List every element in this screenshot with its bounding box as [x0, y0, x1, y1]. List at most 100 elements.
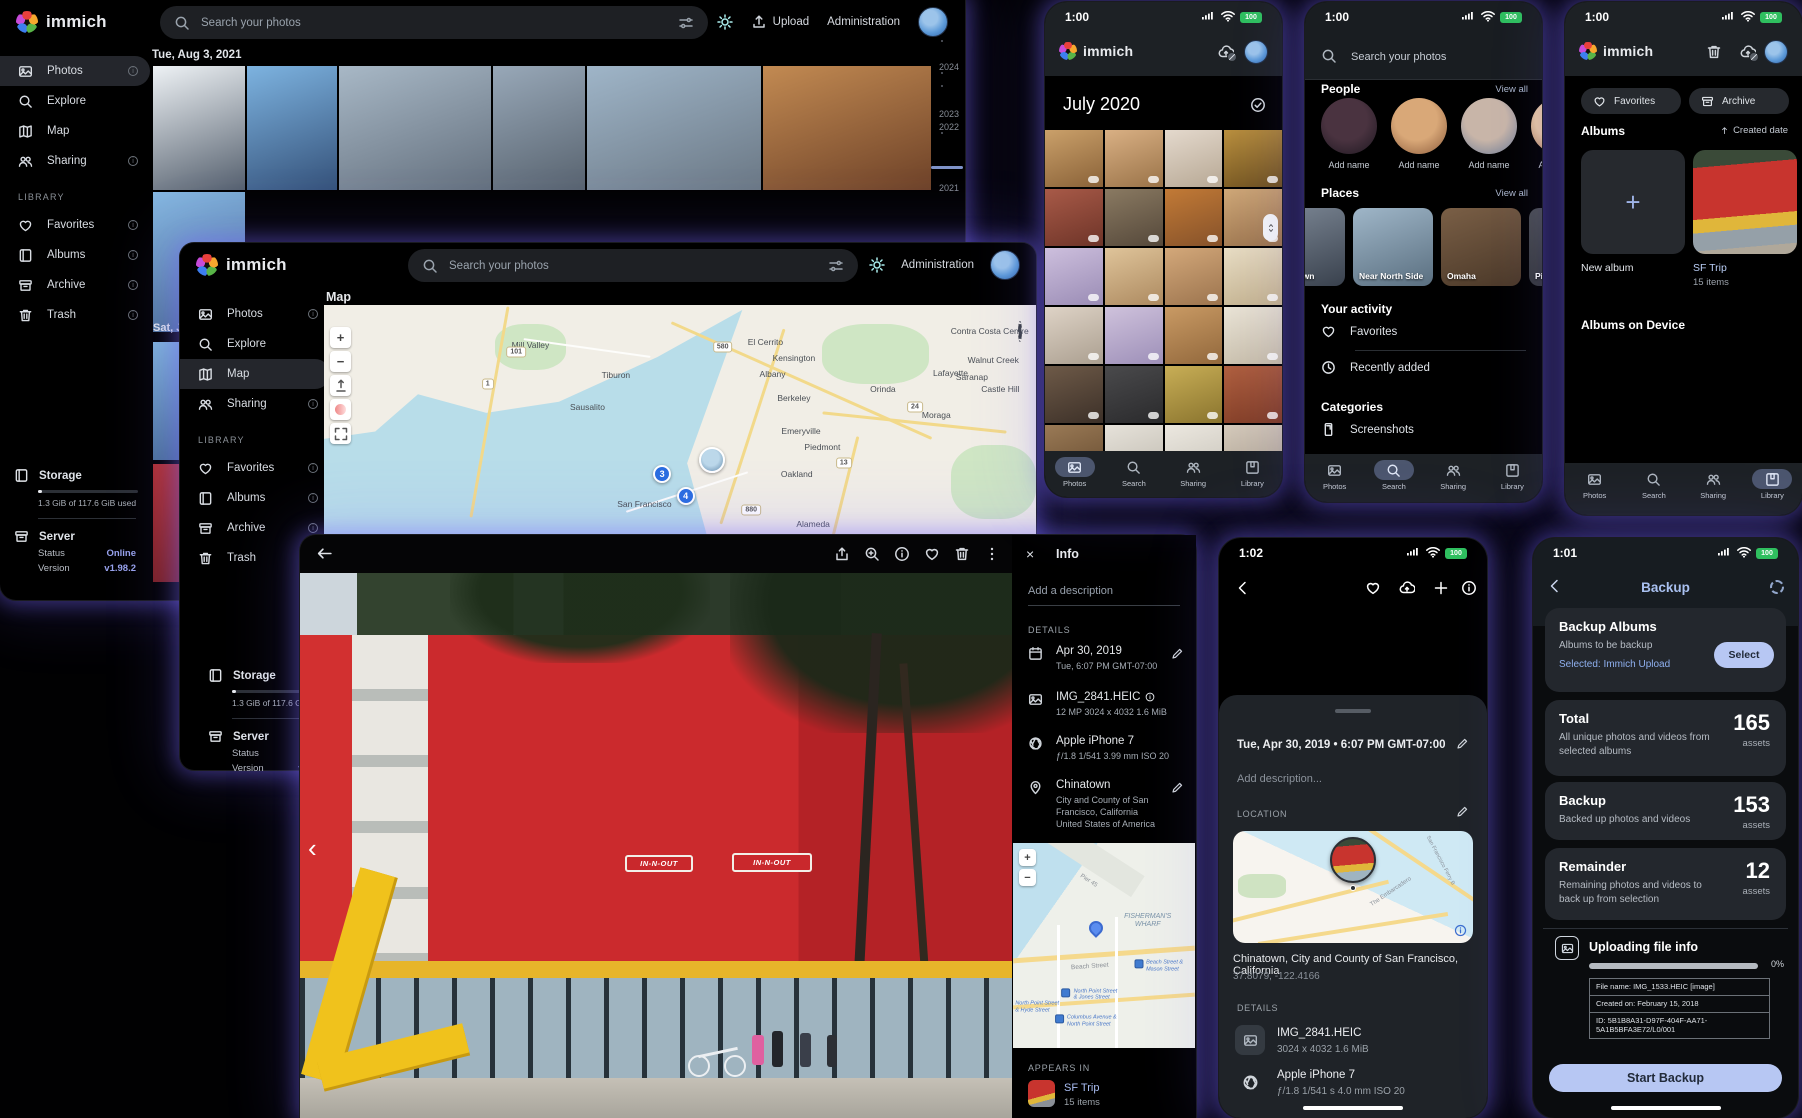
- sort-button[interactable]: Created date: [1720, 125, 1788, 136]
- photo-thumbnail[interactable]: [247, 66, 337, 190]
- favorite-icon[interactable]: [924, 546, 940, 562]
- photo-tile[interactable]: [1165, 189, 1223, 246]
- sidebar-item-map[interactable]: Map: [0, 116, 150, 146]
- edit-icon[interactable]: [1171, 781, 1184, 794]
- photo-tile[interactable]: [1045, 307, 1103, 364]
- face-avatar[interactable]: [1391, 98, 1447, 154]
- settings-gear-icon[interactable]: [1770, 580, 1784, 594]
- info-icon[interactable]: [894, 546, 910, 562]
- add-icon[interactable]: [1433, 580, 1449, 596]
- album-tile-sf-trip[interactable]: [1693, 150, 1797, 254]
- photo-tile[interactable]: [1165, 307, 1223, 364]
- category-item-screenshots[interactable]: Screenshots: [1321, 422, 1414, 437]
- info-icon[interactable]: [1461, 580, 1477, 596]
- back-icon[interactable]: [1235, 580, 1251, 596]
- add-name-button[interactable]: Add name: [1531, 160, 1542, 170]
- edit-location-icon[interactable]: [1456, 805, 1469, 818]
- photo-tile[interactable]: [1045, 366, 1103, 423]
- detail-sheet[interactable]: Tue, Apr 30, 2019 • 6:07 PM GMT-07:00 Ad…: [1219, 695, 1487, 1118]
- photo-tile[interactable]: [1224, 366, 1282, 423]
- sidebar-item-explore[interactable]: Explore: [0, 86, 150, 116]
- photo-thumbnail[interactable]: [763, 66, 931, 190]
- immich-logo[interactable]: immich: [16, 11, 107, 33]
- more-icon[interactable]: [984, 546, 1000, 562]
- nav-tab-sharing[interactable]: Sharing: [1171, 457, 1215, 488]
- compass-button[interactable]: [330, 375, 351, 396]
- nav-tab-sharing[interactable]: Sharing: [1431, 460, 1475, 491]
- backup-cloud-icon[interactable]: [1740, 44, 1756, 60]
- photo-tile[interactable]: [1105, 189, 1163, 246]
- photo-tile[interactable]: [1045, 425, 1103, 451]
- photo-thumbnail[interactable]: [587, 66, 761, 190]
- avatar[interactable]: [990, 250, 1020, 280]
- sidebar-item-photos[interactable]: Photosi: [0, 56, 150, 86]
- theme-toggle-icon[interactable]: [717, 14, 733, 30]
- places-view-all[interactable]: View all: [1495, 188, 1528, 199]
- photo-thumbnail[interactable]: [339, 66, 491, 190]
- add-name-button[interactable]: Add name: [1321, 160, 1377, 170]
- attribution-icon[interactable]: [1454, 924, 1467, 937]
- place-card[interactable]: Omaha: [1441, 208, 1521, 286]
- administration-link[interactable]: Administration: [901, 259, 974, 271]
- zoom-out-button[interactable]: −: [1019, 869, 1036, 886]
- map-cluster-marker[interactable]: 4: [677, 487, 695, 505]
- photo-tile[interactable]: [1224, 425, 1282, 451]
- archive-button[interactable]: Archive: [1689, 88, 1789, 114]
- zoom-out-button[interactable]: −: [330, 351, 351, 372]
- photo-tile[interactable]: [1045, 189, 1103, 246]
- place-card[interactable]: Near North Side: [1353, 208, 1433, 286]
- backup-cloud-icon[interactable]: [1218, 44, 1234, 60]
- sidebar-item-sharing[interactable]: Sharingi: [0, 146, 150, 176]
- filter-icon[interactable]: [828, 258, 844, 274]
- theme-toggle-icon[interactable]: [869, 257, 885, 273]
- photo-grid[interactable]: [1045, 130, 1282, 451]
- photo-tile[interactable]: [1224, 130, 1282, 187]
- photo-tile[interactable]: [1165, 248, 1223, 305]
- fullscreen-button[interactable]: [330, 423, 351, 444]
- photo-tile[interactable]: [1105, 366, 1163, 423]
- avatar[interactable]: [918, 7, 948, 37]
- nav-tab-photos[interactable]: Photos: [1053, 457, 1097, 488]
- sidebar-item-map[interactable]: Map: [180, 359, 330, 389]
- search-input[interactable]: Search your photos: [160, 6, 708, 39]
- zoom-in-button[interactable]: +: [1019, 849, 1036, 866]
- place-card[interactable]: Chinatown: [1305, 208, 1345, 286]
- photo-tile[interactable]: [1224, 248, 1282, 305]
- filter-icon[interactable]: [678, 15, 694, 31]
- map-cluster-marker[interactable]: 3: [653, 465, 671, 483]
- favorites-button[interactable]: Favorites: [1581, 88, 1681, 114]
- nav-tab-photos[interactable]: Photos: [1573, 469, 1617, 500]
- sidebar-item-albums[interactable]: Albumsi: [0, 240, 150, 270]
- sidebar-item-explore[interactable]: Explore: [180, 329, 330, 359]
- photo-tile[interactable]: [1224, 307, 1282, 364]
- sheet-handle[interactable]: [1335, 709, 1371, 713]
- photo-cluster-marker[interactable]: [699, 447, 725, 473]
- location-map[interactable]: The Embarcadero San Francisco Ferry B: [1233, 831, 1473, 943]
- sidebar-item-sharing[interactable]: Sharingi: [180, 389, 330, 419]
- album-thumbnail[interactable]: [1028, 1080, 1055, 1107]
- nav-tab-photos[interactable]: Photos: [1313, 460, 1357, 491]
- upload-button[interactable]: Upload: [751, 14, 809, 30]
- face-avatar[interactable]: [1461, 98, 1517, 154]
- zoom-icon[interactable]: [864, 546, 880, 562]
- favorite-icon[interactable]: [1365, 580, 1381, 596]
- search-input[interactable]: Search your photos: [408, 249, 858, 282]
- sidebar-item-albums[interactable]: Albumsi: [180, 483, 330, 513]
- close-icon[interactable]: ×: [1026, 546, 1034, 562]
- add-name-button[interactable]: Add name: [1461, 160, 1517, 170]
- select-button[interactable]: Select: [1714, 642, 1774, 668]
- nav-tab-library[interactable]: Library: [1490, 460, 1534, 491]
- administration-link[interactable]: Administration: [827, 16, 900, 28]
- place-card[interactable]: Pi: [1529, 208, 1542, 286]
- photo-tile[interactable]: [1105, 307, 1163, 364]
- nav-tab-search[interactable]: Search: [1112, 457, 1156, 488]
- sidebar-item-photos[interactable]: Photosi: [180, 299, 330, 329]
- activity-item-recently-added[interactable]: Recently added: [1321, 360, 1430, 375]
- share-icon[interactable]: [834, 546, 850, 562]
- nav-tab-search[interactable]: Search: [1372, 460, 1416, 491]
- photo-tile[interactable]: [1045, 248, 1103, 305]
- face-avatar[interactable]: [1321, 98, 1377, 154]
- immich-logo[interactable]: immich: [196, 254, 287, 276]
- face-avatar[interactable]: [1531, 98, 1542, 154]
- photo-tile[interactable]: [1105, 425, 1163, 451]
